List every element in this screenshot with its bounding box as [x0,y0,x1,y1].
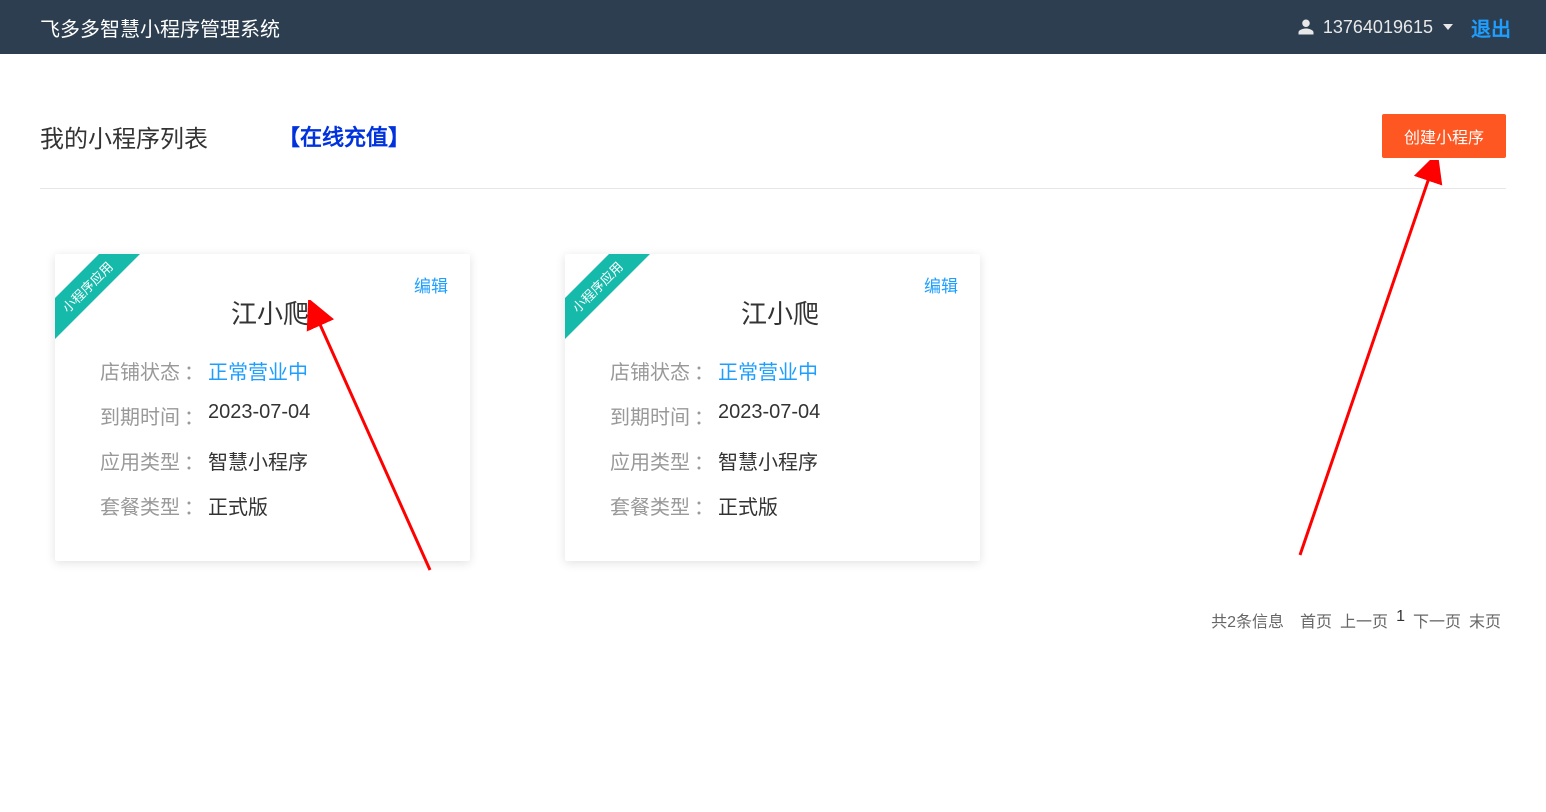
pagination-first[interactable]: 首页 [1300,608,1332,632]
miniprogram-card[interactable]: 小程序应用 编辑 江小爬 店铺状态 ： 正常营业中 到期时间 ： 2023-07… [565,254,980,561]
value-shop-status: 正常营业中 [718,356,818,385]
miniprogram-card[interactable]: 小程序应用 编辑 江小爬 店铺状态 ： 正常营业中 到期时间 ： 2023-07… [55,254,470,561]
label-sep: ： [694,491,714,520]
user-dropdown[interactable]: 13764019615 [1297,17,1453,38]
label-sep: ： [184,446,204,475]
label-sep: ： [694,401,714,430]
top-header: 飞多多智慧小程序管理系统 13764019615 退出 [0,0,1546,54]
pagination-next[interactable]: 下一页 [1413,608,1461,632]
card-row-expire: 到期时间 ： 2023-07-04 [610,401,950,430]
logout-link[interactable]: 退出 [1471,13,1511,42]
label-sep: ： [184,401,204,430]
value-shop-status: 正常营业中 [208,356,308,385]
user-icon [1297,18,1315,36]
card-title: 江小爬 [610,294,950,331]
card-row-status: 店铺状态 ： 正常营业中 [100,356,440,385]
value-plan: 正式版 [718,491,778,520]
pagination-prev[interactable]: 上一页 [1340,608,1388,632]
label-expire: 到期时间 [610,401,690,430]
value-expire: 2023-07-04 [208,401,310,430]
caret-down-icon [1443,24,1453,30]
main-content: 我的小程序列表 【在线充值】 创建小程序 小程序应用 编辑 江小爬 店铺状态 ：… [0,54,1546,561]
value-plan: 正式版 [208,491,268,520]
label-apptype: 应用类型 [100,446,180,475]
label-expire: 到期时间 [100,401,180,430]
header-right: 13764019615 退出 [1297,13,1511,42]
value-expire: 2023-07-04 [718,401,820,430]
label-shop-status: 店铺状态 [100,356,180,385]
label-sep: ： [694,446,714,475]
label-plan: 套餐类型 [610,491,690,520]
edit-link[interactable]: 编辑 [924,272,958,297]
edit-link[interactable]: 编辑 [414,272,448,297]
pagination: 共2条信息 首页 上一页 1 下一页 末页 [1211,608,1501,632]
recharge-link[interactable]: 【在线充值】 [278,120,410,152]
label-apptype: 应用类型 [610,446,690,475]
label-plan: 套餐类型 [100,491,180,520]
value-apptype: 智慧小程序 [208,446,308,475]
card-row-apptype: 应用类型 ： 智慧小程序 [100,446,440,475]
card-row-plan: 套餐类型 ： 正式版 [610,491,950,520]
pagination-links: 首页 上一页 1 下一页 末页 [1300,608,1501,632]
user-phone: 13764019615 [1323,17,1433,38]
label-shop-status: 店铺状态 [610,356,690,385]
card-row-apptype: 应用类型 ： 智慧小程序 [610,446,950,475]
page-title: 我的小程序列表 [40,119,208,154]
card-row-status: 店铺状态 ： 正常营业中 [610,356,950,385]
label-sep: ： [694,356,714,385]
pagination-current: 1 [1396,608,1405,632]
pagination-total: 共2条信息 [1211,608,1284,632]
label-sep: ： [184,491,204,520]
pagination-last[interactable]: 末页 [1469,608,1501,632]
card-row-plan: 套餐类型 ： 正式版 [100,491,440,520]
create-miniprogram-button[interactable]: 创建小程序 [1382,114,1506,158]
card-title: 江小爬 [100,294,440,331]
page-header-left: 我的小程序列表 【在线充值】 [40,119,410,154]
app-title: 飞多多智慧小程序管理系统 [40,13,280,42]
label-sep: ： [184,356,204,385]
card-list: 小程序应用 编辑 江小爬 店铺状态 ： 正常营业中 到期时间 ： 2023-07… [40,254,1506,561]
page-header-row: 我的小程序列表 【在线充值】 创建小程序 [40,114,1506,189]
card-row-expire: 到期时间 ： 2023-07-04 [100,401,440,430]
value-apptype: 智慧小程序 [718,446,818,475]
